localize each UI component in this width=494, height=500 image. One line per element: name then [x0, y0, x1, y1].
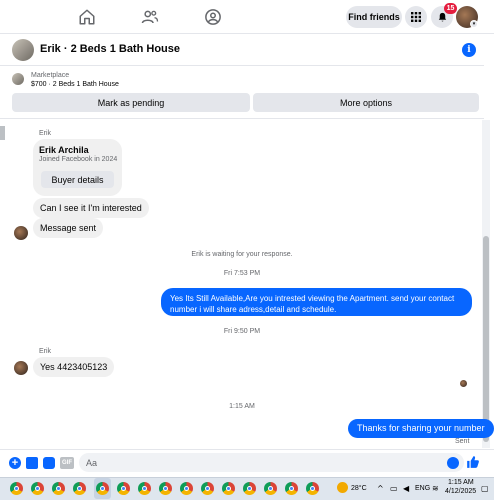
chat-title[interactable]: Erik · 2 Beds 1 Bath House — [40, 43, 180, 55]
incoming-message[interactable]: Can I see it I'm interested — [33, 198, 149, 218]
message-timestamp: 1:15 AM — [229, 403, 255, 410]
clock-date[interactable]: 4/12/2025 — [445, 488, 476, 495]
chevron-down-icon[interactable]: ▾ — [470, 20, 478, 28]
weather-icon[interactable] — [337, 482, 348, 493]
chrome-icon[interactable] — [285, 482, 298, 495]
chrome-icon[interactable] — [180, 482, 193, 495]
sender-name: Erik — [39, 348, 52, 355]
menu-button[interactable] — [405, 6, 427, 28]
top-navigation: Find friends 15 ▾ — [0, 0, 494, 34]
sender-avatar[interactable] — [14, 361, 28, 375]
sender-name: Erik — [39, 130, 52, 137]
waiting-notice: Erik is waiting for your response. — [191, 251, 293, 258]
photo-icon[interactable] — [26, 457, 38, 469]
emoji-icon[interactable] — [447, 457, 459, 469]
mark-as-pending-button[interactable]: Mark as pending — [12, 93, 250, 112]
chrome-icon[interactable] — [306, 482, 319, 495]
friends-icon[interactable] — [141, 8, 159, 26]
chrome-icon[interactable] — [264, 482, 277, 495]
chrome-icon[interactable] — [138, 482, 151, 495]
seen-indicator-avatar — [460, 380, 467, 387]
chrome-icon[interactable] — [96, 482, 109, 495]
incoming-message[interactable]: Message sent — [33, 218, 104, 238]
find-friends-button[interactable]: Find friends — [346, 6, 402, 28]
marketplace-panel: Marketplace $700 · 2 Beds 1 Bath House M… — [0, 67, 484, 119]
temperature[interactable]: 28°C — [351, 485, 367, 492]
wifi-icon[interactable]: ≋ — [432, 484, 439, 493]
chrome-icon[interactable] — [10, 482, 23, 495]
chrome-icon[interactable] — [31, 482, 44, 495]
chrome-icon[interactable] — [201, 482, 214, 495]
marketplace-label: Marketplace — [31, 72, 70, 79]
scrollbar-thumb[interactable] — [483, 236, 489, 442]
chevron-up-icon[interactable]: ^ — [377, 484, 384, 493]
buyer-name[interactable]: Erik Archila — [39, 145, 89, 155]
thumbs-up-icon[interactable] — [466, 455, 480, 469]
outgoing-message[interactable]: Thanks for sharing your number — [348, 419, 494, 438]
chrome-icon[interactable] — [222, 482, 235, 495]
grid-menu-icon — [411, 12, 421, 22]
home-icon[interactable] — [78, 8, 96, 26]
plus-icon[interactable]: + — [9, 457, 21, 469]
buyer-profile-card: Erik Archila Joined Facebook in 2024 Buy… — [33, 139, 122, 196]
chrome-icon[interactable] — [73, 482, 86, 495]
message-status: Sent — [455, 438, 470, 445]
network-icon[interactable]: ▭ — [390, 484, 398, 493]
sender-avatar[interactable] — [14, 226, 28, 240]
marketplace-thumbnail — [12, 73, 24, 85]
language-indicator[interactable]: ENG — [415, 485, 430, 492]
gif-icon[interactable]: GIF — [60, 457, 74, 469]
message-timestamp: Fri 7:53 PM — [223, 270, 261, 277]
message-input[interactable] — [79, 453, 464, 472]
speaker-icon[interactable]: ◀ — [403, 484, 409, 493]
chrome-icon[interactable] — [52, 482, 65, 495]
chrome-icon[interactable] — [243, 482, 256, 495]
clock-time[interactable]: 1:15 AM — [448, 479, 474, 486]
buyer-details-button[interactable]: Buyer details — [41, 171, 114, 188]
chrome-icon[interactable] — [159, 482, 172, 495]
chrome-icon[interactable] — [117, 482, 130, 495]
listing-thumbnail[interactable] — [12, 39, 34, 61]
message-timestamp: Fri 9:50 PM — [223, 328, 261, 335]
more-options-button[interactable]: More options — [253, 93, 479, 112]
info-icon[interactable]: i — [462, 43, 476, 57]
listing-title[interactable]: $700 · 2 Beds 1 Bath House — [31, 81, 119, 88]
buyer-joined-date: Joined Facebook in 2024 — [39, 156, 118, 163]
notification-badge: 15 — [444, 3, 457, 14]
sticker-icon[interactable] — [43, 457, 55, 469]
scroll-handle[interactable] — [0, 126, 5, 140]
profile-icon[interactable] — [204, 8, 222, 26]
outgoing-message[interactable]: Yes Its Still Available,Are you intreste… — [161, 288, 472, 316]
incoming-message[interactable]: Yes 4423405123 — [33, 357, 115, 377]
chat-header: Erik · 2 Beds 1 Bath House i — [0, 34, 484, 66]
notification-center-icon[interactable]: ▢ — [481, 484, 489, 493]
